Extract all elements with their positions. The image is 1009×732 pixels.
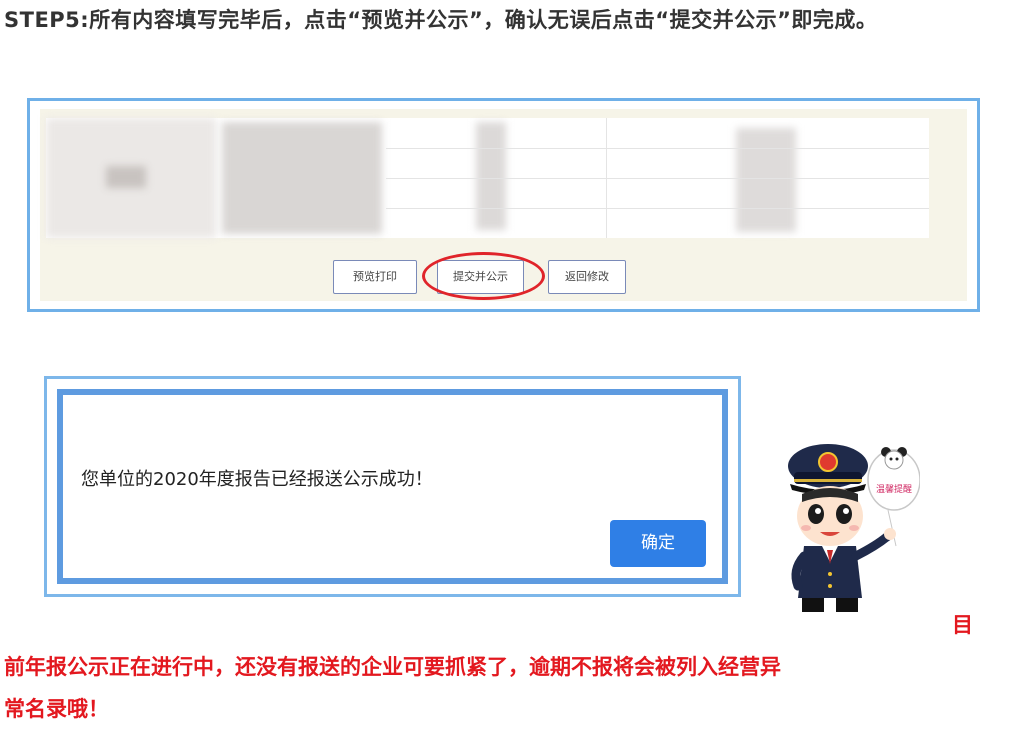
reminder-text-line3: 常名录哦！ [4,697,109,721]
success-dialog: 您单位的2020年度报告已经报送公示成功！ 确定 [57,389,728,584]
success-dialog-screenshot: 您单位的2020年度报告已经报送公示成功！ 确定 [44,376,741,597]
reminder-text-line1: 目 [952,613,973,637]
highlight-circle [422,252,545,300]
mascot-officer-illustration: 温馨提醒 [788,444,920,612]
preview-print-button[interactable]: 预览打印 [333,260,417,294]
blurred-report-table [46,118,929,238]
back-modify-button[interactable]: 返回修改 [548,260,626,294]
report-panel: 预览打印 提交并公示 返回修改 [40,109,967,301]
step-instruction: STEP5:所有内容填写完毕后，点击“预览并公示”，确认无误后点击“提交并公示”… [4,8,878,32]
mascot-sign-text: 温馨提醒 [876,483,912,495]
dialog-message: 您单位的2020年度报告已经报送公示成功！ [81,469,433,490]
reminder-text-line2: 前年报公示正在进行中，还没有报送的企业可要抓紧了，逾期不报将会被列入经营异 [4,655,781,679]
confirm-button[interactable]: 确定 [610,520,706,567]
report-screenshot: 预览打印 提交并公示 返回修改 [27,98,980,312]
